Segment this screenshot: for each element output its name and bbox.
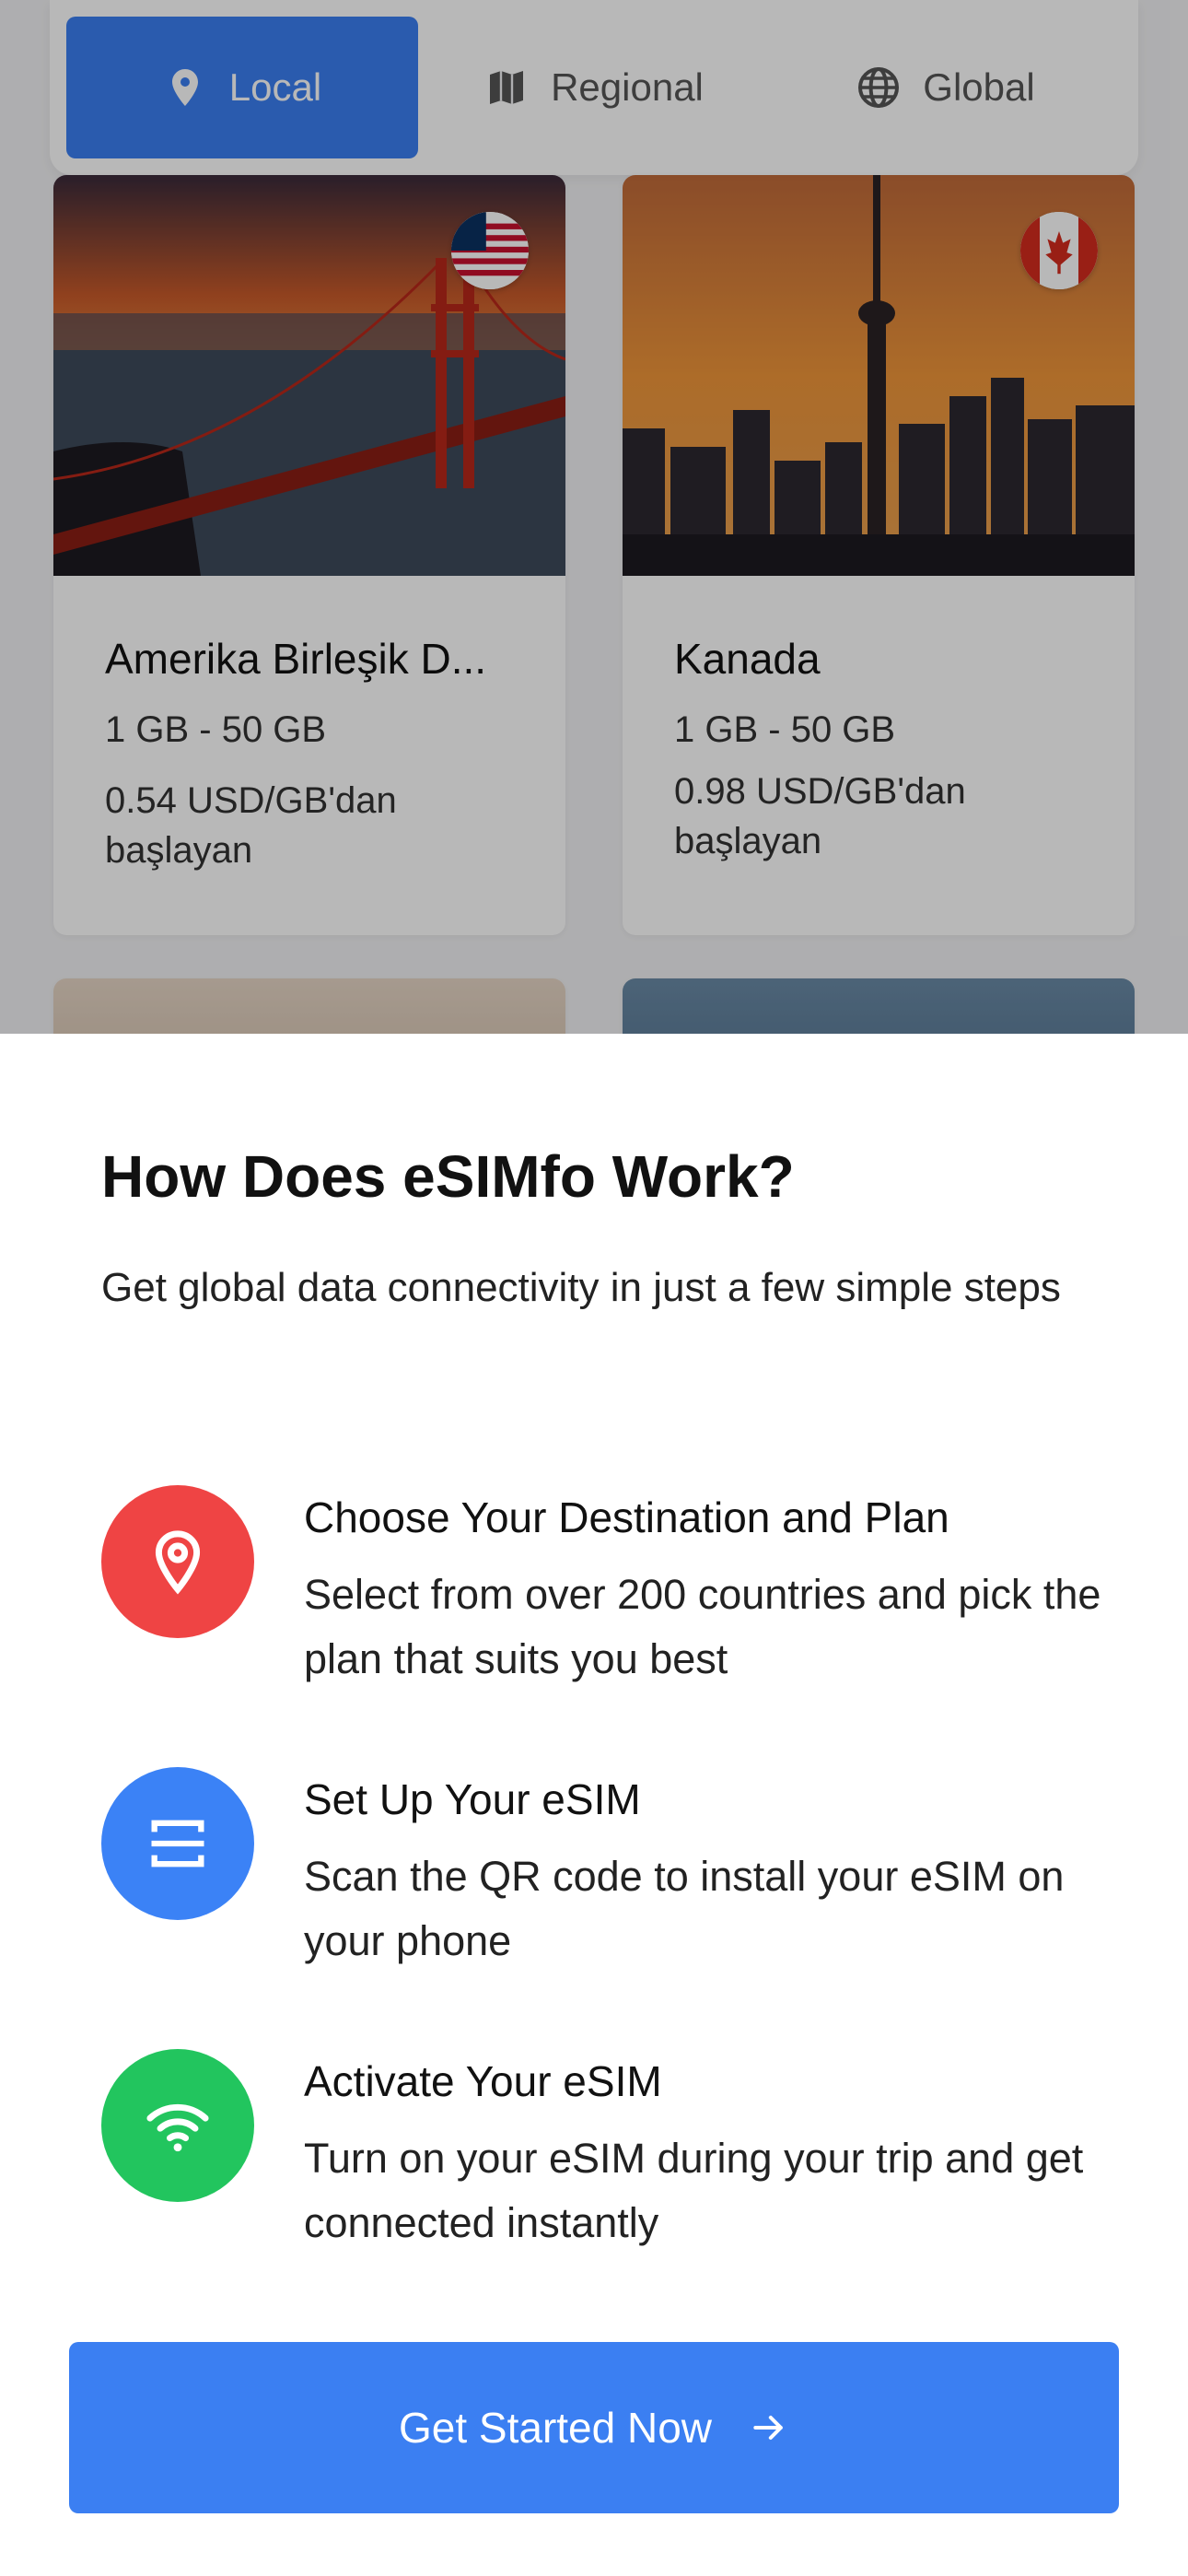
step-icon-circle: [101, 1485, 254, 1638]
tab-local-label: Local: [228, 65, 322, 109]
country-card-usa[interactable]: Amerika Birleşik D... 1 GB - 50 GB 0.54 …: [53, 175, 565, 935]
country-card-partial[interactable]: [623, 978, 1135, 1034]
arrow-right-icon: [753, 2415, 783, 2441]
step-title: Set Up Your eSIM: [304, 1775, 641, 1823]
card-data-range: 1 GB - 50 GB: [105, 709, 327, 750]
tab-global[interactable]: Global: [770, 17, 1122, 158]
card-data-range: 1 GB - 50 GB: [674, 709, 896, 750]
step-title: Choose Your Destination and Plan: [304, 1493, 949, 1541]
step-icon-circle: [101, 1767, 254, 1920]
step-icon-circle: [101, 2049, 254, 2202]
sheet-subtitle: Get global data connectivity in just a f…: [101, 1265, 1061, 1310]
region-tab-bar: Local Regional Global: [50, 0, 1138, 175]
map-icon: [490, 71, 524, 104]
how-it-works-sheet: How Does eSIMfo Work? Get global data co…: [0, 1034, 1188, 2576]
globe-icon: [858, 67, 900, 108]
get-started-button[interactable]: Get Started Now: [69, 2342, 1119, 2513]
step-description: Scan the QR code to install your eSIM on…: [304, 1853, 1065, 1964]
country-card-canada[interactable]: Kanada 1 GB - 50 GB 0.98 USD/GB'dan başl…: [623, 175, 1135, 935]
sheet-title: How Does eSIMfo Work?: [101, 1143, 795, 1210]
country-card-partial[interactable]: [53, 978, 565, 1034]
step-description: Select from over 200 countries and pick …: [304, 1571, 1101, 1682]
tab-local[interactable]: Local: [66, 17, 418, 158]
wifi-icon: [146, 2103, 209, 2152]
step-description: Turn on your eSIM during your trip and g…: [304, 2135, 1084, 2246]
tab-regional[interactable]: Regional: [418, 17, 770, 158]
card-country-name: Kanada: [674, 635, 821, 683]
location-pin-icon: [171, 69, 198, 106]
step-title: Activate Your eSIM: [304, 2057, 662, 2105]
canada-flag-icon: [1020, 212, 1098, 289]
tab-regional-label: Regional: [551, 65, 704, 109]
background-screen: Local Regional Global Amerika Birleşik D…: [0, 0, 1188, 1034]
location-pin-icon: [155, 1530, 201, 1595]
card-price: 0.54 USD/GB'dan başlayan: [105, 780, 397, 871]
card-price: 0.98 USD/GB'dan başlayan: [674, 771, 966, 861]
scan-icon: [151, 1820, 204, 1868]
us-flag-icon: [451, 212, 529, 289]
get-started-label: Get Started Now: [398, 2404, 713, 2452]
card-country-name: Amerika Birleşik D...: [105, 635, 487, 683]
tab-global-label: Global: [923, 65, 1035, 109]
